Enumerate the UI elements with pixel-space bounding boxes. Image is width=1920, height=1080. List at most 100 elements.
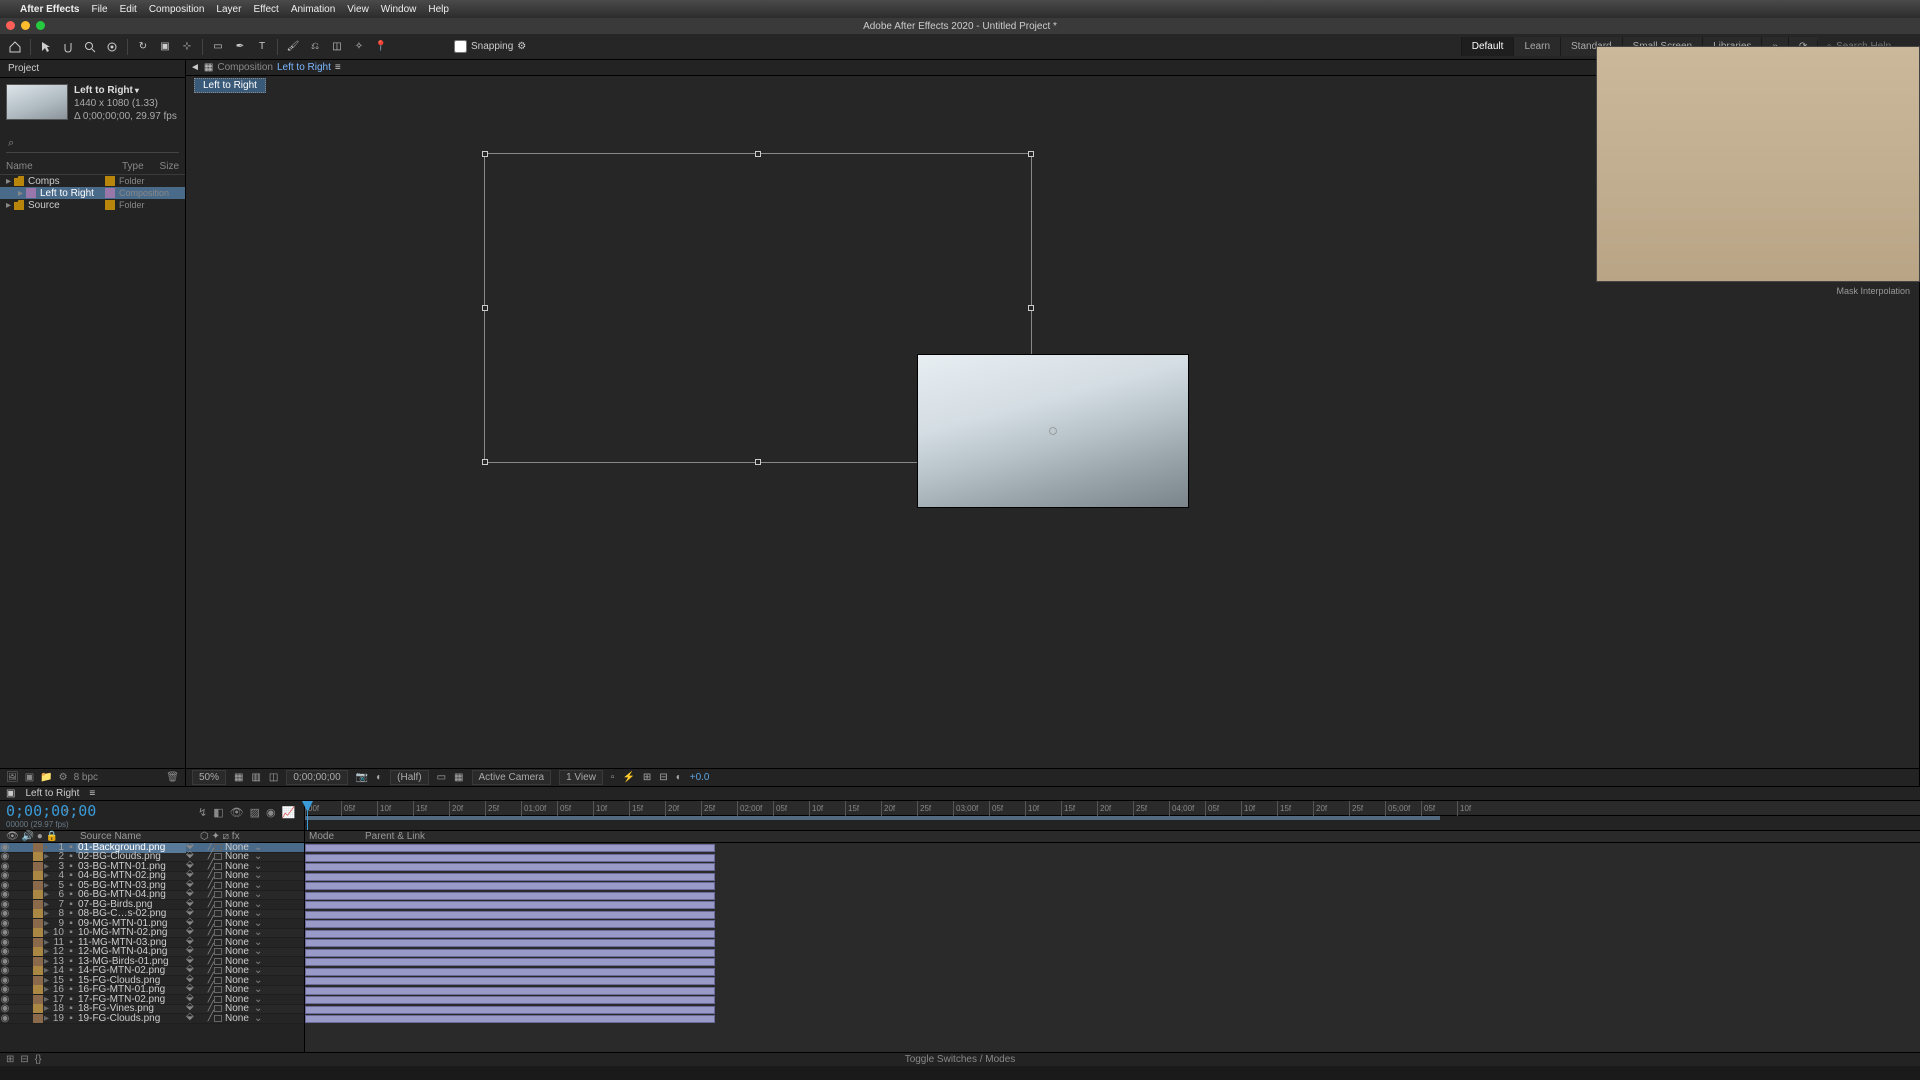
- layer-color-label[interactable]: [33, 928, 43, 937]
- layer-color-label[interactable]: [33, 1014, 43, 1023]
- color-depth[interactable]: 8 bpc: [74, 772, 98, 783]
- new-folder-icon[interactable]: 📁: [40, 772, 52, 783]
- comp-flow-icon[interactable]: ▦: [204, 62, 213, 73]
- layer-duration-bar[interactable]: [305, 977, 715, 985]
- comp-flowchart-icon[interactable]: ⊟: [659, 772, 667, 783]
- clone-tool[interactable]: ⎌: [306, 38, 324, 56]
- col-type[interactable]: Type: [122, 161, 144, 172]
- layer-duration-bar[interactable]: [305, 873, 715, 881]
- toggle-transfer-icon[interactable]: ⊟: [20, 1054, 28, 1065]
- workspace-learn[interactable]: Learn: [1513, 37, 1560, 56]
- rectangle-tool[interactable]: ▭: [209, 38, 227, 56]
- project-tree-row[interactable]: ▸Left to RightComposition: [0, 187, 185, 199]
- layer-duration-bar[interactable]: [305, 958, 715, 966]
- layer-color-label[interactable]: [33, 995, 43, 1004]
- layer-duration-bar[interactable]: [305, 911, 715, 919]
- project-tree-row[interactable]: ▸SourceFolder: [0, 199, 185, 211]
- delete-icon[interactable]: 🗑: [166, 772, 179, 783]
- maximize-window-button[interactable]: [36, 21, 45, 30]
- layer-color-label[interactable]: [33, 909, 43, 918]
- layer-color-label[interactable]: [33, 985, 43, 994]
- toggle-in-out-icon[interactable]: {}: [35, 1054, 42, 1065]
- layer-duration-bar[interactable]: [305, 901, 715, 909]
- app-name[interactable]: After Effects: [20, 4, 79, 15]
- camera-tool[interactable]: ▣: [156, 38, 174, 56]
- layer-duration-bar[interactable]: [305, 892, 715, 900]
- motion-blur-icon[interactable]: ◉: [266, 806, 276, 819]
- layer-duration-bar[interactable]: [305, 949, 715, 957]
- layer-duration-bar[interactable]: [305, 854, 715, 862]
- layer-color-label[interactable]: [33, 890, 43, 899]
- workspace-default[interactable]: Default: [1461, 37, 1514, 56]
- roto-brush-tool[interactable]: ✧: [350, 38, 368, 56]
- layer-duration-bar[interactable]: [305, 930, 715, 938]
- layer-color-label[interactable]: [33, 862, 43, 871]
- reset-exposure-icon[interactable]: ◐: [676, 772, 682, 783]
- hide-shy-icon[interactable]: 👁: [230, 806, 244, 819]
- layer-bars-area[interactable]: [305, 843, 1920, 1052]
- composition-canvas[interactable]: [917, 354, 1189, 508]
- layer-duration-bar[interactable]: [305, 1006, 715, 1014]
- fast-preview-icon[interactable]: ⚡: [622, 772, 634, 783]
- rotation-tool[interactable]: ↻: [134, 38, 152, 56]
- source-name-column[interactable]: Source Name: [80, 831, 200, 842]
- layer-duration-bar[interactable]: [305, 863, 715, 871]
- timeline-ruler-area[interactable]: 00f05f10f15f20f25f01;00f05f10f15f20f25f0…: [305, 801, 1920, 830]
- timeline-tab-menu-icon[interactable]: ≡: [89, 788, 95, 799]
- layer-color-label[interactable]: [33, 938, 43, 947]
- layer-duration-bar[interactable]: [305, 939, 715, 947]
- layer-list[interactable]: ◉▸1▪01-Background.png⬙ ╱None⌄◉▸2▪02-BG-C…: [0, 843, 305, 1052]
- layer-duration-bar[interactable]: [305, 1015, 715, 1023]
- layer-color-label[interactable]: [33, 919, 43, 928]
- brush-tool[interactable]: 🖌: [284, 38, 302, 56]
- hand-tool[interactable]: [59, 38, 77, 56]
- mode-column[interactable]: Mode: [305, 831, 365, 842]
- project-search[interactable]: ⌕: [6, 135, 179, 153]
- layer-color-label[interactable]: [33, 947, 43, 956]
- parent-column[interactable]: Parent & Link: [365, 831, 445, 842]
- work-area-bar[interactable]: [305, 816, 1440, 820]
- time-ruler[interactable]: 00f05f10f15f20f25f01;00f05f10f15f20f25f0…: [305, 801, 1920, 816]
- roi-icon[interactable]: ▭: [437, 772, 446, 783]
- layer-name[interactable]: 19-FG-Clouds.png: [76, 1013, 186, 1024]
- magnification-dropdown[interactable]: 50%: [192, 770, 226, 785]
- project-item-name[interactable]: Left to Right: [74, 84, 177, 97]
- snapping-checkbox[interactable]: [454, 40, 467, 53]
- pen-tool[interactable]: ✒: [231, 38, 249, 56]
- layer-mode[interactable]: None: [214, 1013, 254, 1024]
- menu-help[interactable]: Help: [428, 4, 449, 15]
- new-comp-icon[interactable]: ▣: [25, 772, 34, 783]
- snapping-toggle[interactable]: Snapping ⚙: [454, 40, 526, 53]
- comp-mini-flowchart-tab[interactable]: Left to Right: [194, 78, 266, 93]
- playhead[interactable]: [307, 801, 308, 830]
- layer-color-label[interactable]: [33, 871, 43, 880]
- zoom-tool[interactable]: [81, 38, 99, 56]
- channel-icon[interactable]: ◐: [376, 772, 382, 783]
- menu-window[interactable]: Window: [381, 4, 417, 15]
- project-panel-tab[interactable]: Project: [0, 60, 185, 78]
- comp-breadcrumb-name[interactable]: Left to Right: [277, 62, 331, 73]
- draft-3d-icon[interactable]: ◧: [213, 806, 223, 819]
- toggle-switches-modes-button[interactable]: Toggle Switches / Modes: [905, 1054, 1016, 1065]
- menu-edit[interactable]: Edit: [120, 4, 137, 15]
- resolution-icon[interactable]: ▦: [234, 772, 243, 783]
- layer-color-label[interactable]: [33, 900, 43, 909]
- layer-switches[interactable]: ⬙ ╱: [186, 1011, 214, 1026]
- layer-duration-bar[interactable]: [305, 882, 715, 890]
- menu-animation[interactable]: Animation: [291, 4, 335, 15]
- grid-icon[interactable]: ▥: [251, 772, 260, 783]
- pan-behind-tool[interactable]: ⊹: [178, 38, 196, 56]
- snapping-options-icon[interactable]: ⚙: [517, 41, 526, 52]
- comp-tab-menu-icon[interactable]: ≡: [335, 62, 341, 73]
- comp-mini-flow-icon[interactable]: ↯: [198, 806, 207, 819]
- layer-color-label[interactable]: [33, 843, 43, 852]
- layer-color-label[interactable]: [33, 881, 43, 890]
- layer-duration-bar[interactable]: [305, 987, 715, 995]
- interpret-footage-icon[interactable]: 🖼: [6, 772, 19, 783]
- current-time-display[interactable]: 0;00;00;00: [286, 770, 347, 785]
- menu-view[interactable]: View: [347, 4, 369, 15]
- eraser-tool[interactable]: ◫: [328, 38, 346, 56]
- home-button[interactable]: [6, 38, 24, 56]
- type-tool[interactable]: T: [253, 38, 271, 56]
- menu-effect[interactable]: Effect: [253, 4, 278, 15]
